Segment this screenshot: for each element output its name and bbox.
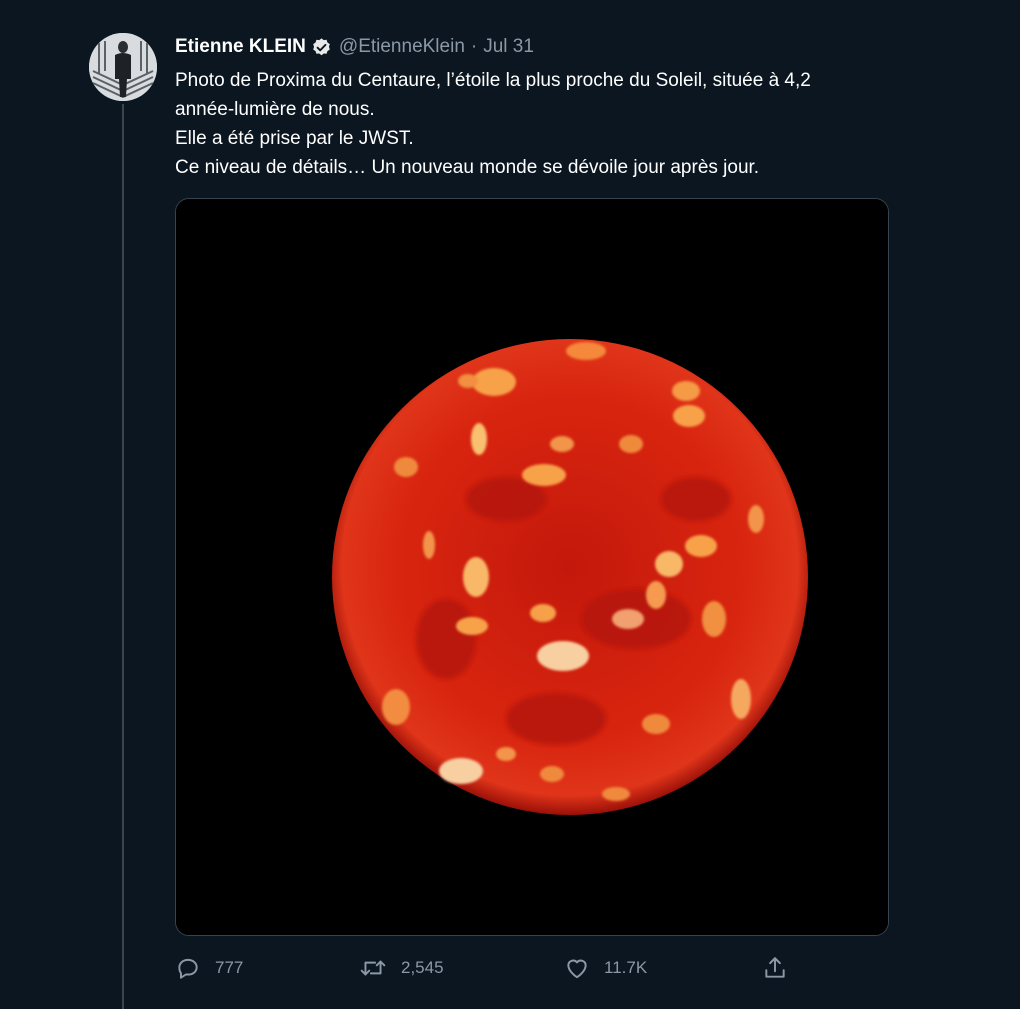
verified-badge-icon <box>311 37 332 58</box>
reply-icon <box>175 955 201 981</box>
share-button[interactable] <box>762 952 788 984</box>
avatar[interactable] <box>89 33 157 101</box>
tweet-actions: 777 2,545 11.7K <box>175 952 795 984</box>
share-icon <box>762 955 788 981</box>
tweet-text-line: année-lumière de nous. <box>175 99 375 120</box>
like-count: 11.7K <box>604 958 648 977</box>
tweet-date[interactable]: Jul 31 <box>483 36 534 58</box>
retweet-button[interactable]: 2,545 <box>359 952 444 984</box>
reply-count: 777 <box>215 958 244 977</box>
separator-dot: · <box>470 36 478 57</box>
reply-button[interactable]: 777 <box>175 952 243 984</box>
tweet-text-line: Photo de Proxima du Centaure, l’étoile l… <box>175 70 811 91</box>
author-name[interactable]: Etienne KLEIN <box>175 36 306 58</box>
tweet-text-line: Ce niveau de détails… Un nouveau monde s… <box>175 157 760 178</box>
heart-icon <box>564 955 590 981</box>
like-button[interactable]: 11.7K <box>564 952 647 984</box>
author-handle[interactable]: @EtienneKlein <box>339 36 465 58</box>
star-photo <box>176 199 888 935</box>
tweet-text-line: Elle a été prise par le JWST. <box>175 128 414 149</box>
retweet-count: 2,545 <box>401 958 444 977</box>
tweet-header: Etienne KLEIN @EtienneKlein · Jul 31 <box>175 34 534 60</box>
thread-line <box>122 104 124 1009</box>
tweet-text: Photo de Proxima du Centaure, l’étoile l… <box>175 66 915 182</box>
retweet-icon <box>359 955 387 981</box>
tweet-media-image[interactable] <box>175 198 889 936</box>
